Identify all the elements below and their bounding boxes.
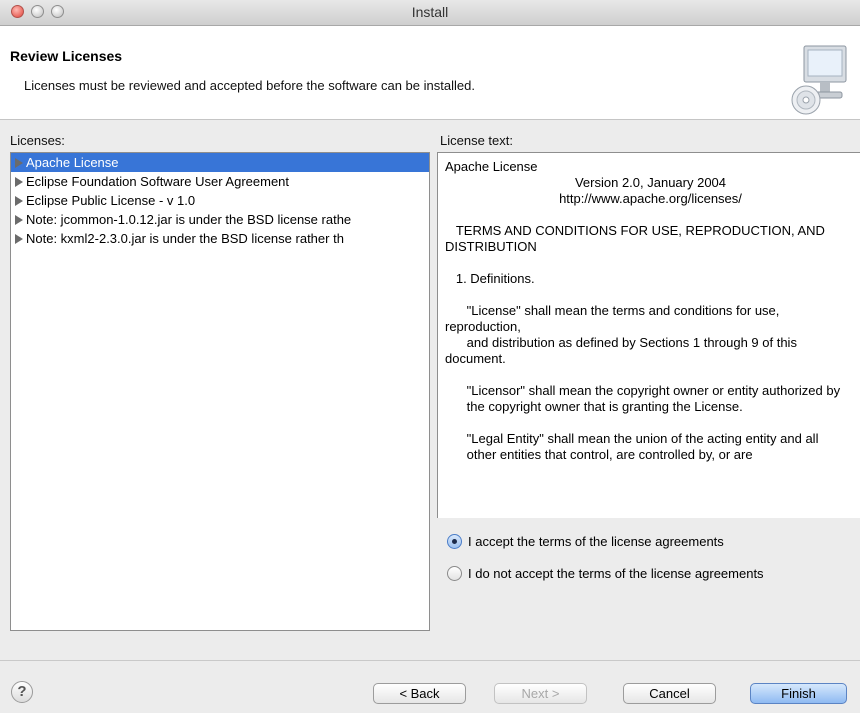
title-bar[interactable]: Install <box>0 0 860 26</box>
list-item[interactable]: Apache License <box>11 153 429 172</box>
accept-option[interactable]: I accept the terms of the license agreem… <box>447 532 724 552</box>
list-item-label: Apache License <box>26 155 119 170</box>
decline-label[interactable]: I do not accept the terms of the license… <box>468 566 764 581</box>
back-button[interactable]: < Back <box>373 683 466 704</box>
list-item-label: Note: kxml2-2.3.0.jar is under the BSD l… <box>26 231 344 246</box>
license-text-line: http://www.apache.org/licenses/ <box>559 191 742 206</box>
license-text-line: the copyright owner that is granting the… <box>445 399 743 414</box>
help-icon[interactable]: ? <box>11 681 33 703</box>
decline-option[interactable]: I do not accept the terms of the license… <box>447 564 764 584</box>
disclosure-triangle-icon[interactable] <box>15 215 23 225</box>
license-text-area[interactable]: Apache License Version 2.0, January 2004… <box>437 152 860 518</box>
page-description: Licenses must be reviewed and accepted b… <box>24 78 475 93</box>
accept-radio[interactable] <box>447 534 462 549</box>
disclosure-triangle-icon[interactable] <box>15 158 23 168</box>
page-title: Review Licenses <box>10 48 123 64</box>
decline-radio[interactable] <box>447 566 462 581</box>
license-text-line: 1. Definitions. <box>445 271 535 286</box>
license-text-line: "Licensor" shall mean the copyright owne… <box>445 383 841 398</box>
install-computer-icon <box>791 45 847 115</box>
license-text-line: Apache License <box>445 159 538 174</box>
install-window: Install Review Licenses Licenses must be… <box>0 0 860 713</box>
list-item[interactable]: Note: jcommon-1.0.12.jar is under the BS… <box>11 210 429 229</box>
license-text-label: License text: <box>440 133 513 148</box>
license-text-line: and distribution as defined by Sections … <box>445 335 801 366</box>
disclosure-triangle-icon[interactable] <box>15 196 23 206</box>
button-bar-divider <box>0 660 860 661</box>
license-text-line: "Legal Entity" shall mean the union of t… <box>445 431 819 446</box>
licenses-label: Licenses: <box>10 133 65 148</box>
list-item[interactable]: Eclipse Foundation Software User Agreeme… <box>11 172 429 191</box>
license-text-line: "License" shall mean the terms and condi… <box>445 303 784 334</box>
licenses-tree[interactable]: Apache License Eclipse Foundation Softwa… <box>10 152 430 631</box>
cancel-button[interactable]: Cancel <box>623 683 716 704</box>
header-banner: Review Licenses Licenses must be reviewe… <box>0 26 860 120</box>
list-item-label: Eclipse Foundation Software User Agreeme… <box>26 174 290 189</box>
license-text-line: other entities that control, are control… <box>445 447 753 462</box>
license-text-line: TERMS AND CONDITIONS FOR USE, REPRODUCTI… <box>445 223 829 254</box>
next-button[interactable]: Next > <box>494 683 587 704</box>
list-item-label: Note: jcommon-1.0.12.jar is under the BS… <box>26 212 352 227</box>
license-text-line: Version 2.0, January 2004 <box>574 175 727 190</box>
disclosure-triangle-icon[interactable] <box>15 177 23 187</box>
finish-button[interactable]: Finish <box>750 683 847 704</box>
list-item[interactable]: Note: kxml2-2.3.0.jar is under the BSD l… <box>11 229 429 248</box>
window-title: Install <box>411 4 449 20</box>
list-item-label: Eclipse Public License - v 1.0 <box>26 193 196 208</box>
accept-label[interactable]: I accept the terms of the license agreem… <box>468 534 724 549</box>
list-item[interactable]: Eclipse Public License - v 1.0 <box>11 191 429 210</box>
disclosure-triangle-icon[interactable] <box>15 234 23 244</box>
